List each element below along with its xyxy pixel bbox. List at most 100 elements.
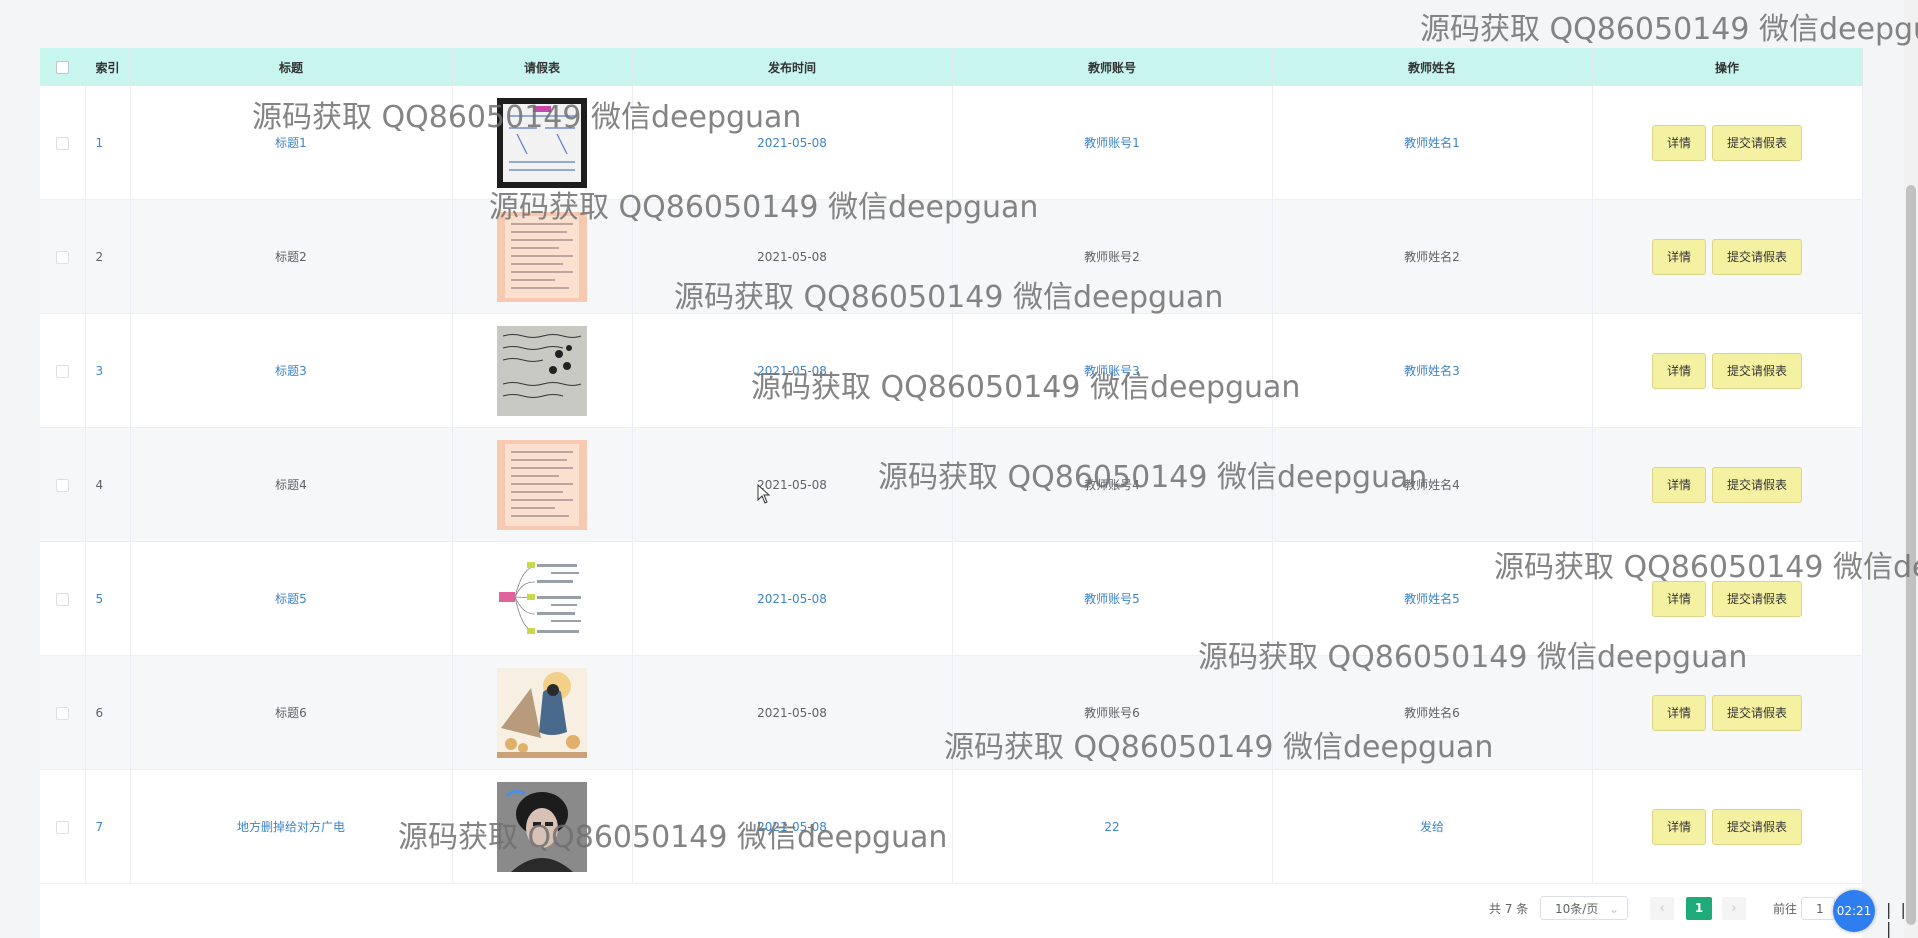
- row-checkbox[interactable]: [55, 706, 69, 720]
- page-size-value: 10条/页: [1555, 902, 1599, 916]
- row-checkbox[interactable]: [55, 820, 69, 834]
- leave-form-cell: [452, 86, 633, 200]
- row-checkbox[interactable]: [55, 136, 69, 150]
- row-actions: 详情 提交请假表: [1592, 313, 1863, 428]
- portrait-photo-icon[interactable]: [497, 781, 587, 872]
- row-checkbox[interactable]: [55, 364, 69, 378]
- table-header-row: 索引 标题 请假表 发布时间 教师账号 教师姓名 操作: [40, 48, 1863, 86]
- watermark-text: 源码获取 QQ86050149 微信deepgu: [1420, 12, 1918, 47]
- row-publish-time: 2021-05-08: [632, 313, 953, 428]
- row-publish-time: 2021-05-08: [632, 655, 953, 770]
- detail-button[interactable]: 详情: [1651, 808, 1706, 845]
- row-teacher-name: 教师姓名5: [1272, 541, 1593, 656]
- table-row: 2 标题2 2021-05-08 教师账号2 教师姓名2 详情 提交请假表: [40, 199, 1863, 314]
- row-checkbox-cell[interactable]: [40, 86, 86, 200]
- header-index: 索引: [85, 48, 131, 86]
- row-publish-time: 2021-05-08: [632, 541, 953, 656]
- row-teacher-account: 教师账号4: [952, 427, 1273, 542]
- handwritten-note-photo-icon[interactable]: [497, 325, 587, 416]
- row-index: 3: [85, 313, 131, 428]
- chevron-down-icon: ⌄: [1608, 902, 1619, 916]
- select-all-checkbox-cell[interactable]: [40, 48, 86, 86]
- detail-button[interactable]: 详情: [1651, 580, 1706, 617]
- next-page-button[interactable]: ›: [1722, 897, 1746, 920]
- prev-page-button[interactable]: ‹: [1650, 897, 1674, 920]
- document-photo-pink-icon[interactable]: [497, 211, 587, 302]
- row-checkbox-cell[interactable]: [40, 313, 86, 428]
- mind-map-image-icon[interactable]: [497, 553, 587, 644]
- table-row: 1 标题1 2021-05-08 教师账号1 教师姓名1 详情 提交请假表: [40, 86, 1863, 200]
- row-actions: 详情 提交请假表: [1592, 769, 1863, 884]
- row-title: 标题2: [130, 199, 453, 314]
- row-teacher-name: 教师姓名4: [1272, 427, 1593, 542]
- detail-button[interactable]: 详情: [1651, 466, 1706, 503]
- detail-button[interactable]: 详情: [1651, 694, 1706, 731]
- row-index: 4: [85, 427, 131, 542]
- row-teacher-account: 教师账号2: [952, 199, 1273, 314]
- document-photo-pink-icon[interactable]: [497, 439, 587, 530]
- page-number-current[interactable]: 1: [1686, 897, 1712, 920]
- total-count: 共 7 条: [1489, 902, 1529, 916]
- row-actions: 详情 提交请假表: [1592, 86, 1863, 200]
- detail-button[interactable]: 详情: [1651, 124, 1706, 161]
- row-title: 标题6: [130, 655, 453, 770]
- row-index: 6: [85, 655, 131, 770]
- row-index: 1: [85, 86, 131, 200]
- leave-form-cell: [452, 199, 633, 314]
- goto-page-input[interactable]: 1: [1801, 897, 1835, 920]
- row-checkbox[interactable]: [55, 592, 69, 606]
- scrollbar-thumb[interactable]: [1906, 185, 1916, 925]
- table-row: 6 标题6 2021-05-08 教师账号6 教师姓名6 详情 提交请假表: [40, 655, 1863, 770]
- submit-leave-form-button[interactable]: 提交请假表: [1712, 238, 1803, 275]
- row-actions: 详情 提交请假表: [1592, 655, 1863, 770]
- row-publish-time: 2021-05-08: [632, 199, 953, 314]
- row-title: 地方删掉给对方广电: [130, 769, 453, 884]
- leave-table: 索引 标题 请假表 发布时间 教师账号 教师姓名 操作 1 标题1 2021-05-…: [40, 48, 1863, 884]
- header-title: 标题: [130, 48, 453, 86]
- row-teacher-name: 教师姓名3: [1272, 313, 1593, 428]
- illustration-image-icon[interactable]: [497, 667, 587, 758]
- row-actions: 详情 提交请假表: [1592, 427, 1863, 542]
- leave-form-cell: [452, 655, 633, 770]
- header-actions: 操作: [1592, 48, 1863, 86]
- row-teacher-name: 教师姓名6: [1272, 655, 1593, 770]
- select-all-checkbox[interactable]: [55, 61, 69, 74]
- table-row: 7 地方删掉给对方广电 2021-05-08 22 发给 详情 提交请假表: [40, 769, 1863, 884]
- goto-label: 前往: [1773, 902, 1798, 916]
- row-checkbox-cell[interactable]: [40, 199, 86, 314]
- leave-form-cell: [452, 313, 633, 428]
- submit-leave-form-button[interactable]: 提交请假表: [1712, 124, 1803, 161]
- row-checkbox[interactable]: [55, 250, 69, 264]
- row-title: 标题1: [130, 86, 453, 200]
- submit-leave-form-button[interactable]: 提交请假表: [1712, 466, 1803, 503]
- row-teacher-account: 教师账号6: [952, 655, 1273, 770]
- detail-button[interactable]: 详情: [1651, 238, 1706, 275]
- document-photo-dark-icon[interactable]: [497, 97, 587, 188]
- row-title: 标题4: [130, 427, 453, 542]
- row-checkbox-cell[interactable]: [40, 427, 86, 542]
- row-title: 标题3: [130, 313, 453, 428]
- row-teacher-account: 教师账号3: [952, 313, 1273, 428]
- row-checkbox[interactable]: [55, 478, 69, 492]
- detail-button[interactable]: 详情: [1651, 352, 1706, 389]
- recording-timer-badge[interactable]: 02:21: [1833, 890, 1875, 932]
- row-index: 7: [85, 769, 131, 884]
- row-publish-time: 2021-05-08: [632, 86, 953, 200]
- row-teacher-account: 教师账号5: [952, 541, 1273, 656]
- row-actions: 详情 提交请假表: [1592, 199, 1863, 314]
- page-size-select[interactable]: 10条/页 ⌄: [1540, 896, 1628, 920]
- leave-form-cell: [452, 427, 633, 542]
- submit-leave-form-button[interactable]: 提交请假表: [1712, 352, 1803, 389]
- row-teacher-account: 教师账号1: [952, 86, 1273, 200]
- submit-leave-form-button[interactable]: 提交请假表: [1712, 808, 1803, 845]
- row-checkbox-cell[interactable]: [40, 541, 86, 656]
- row-publish-time: 2021-05-08: [632, 427, 953, 542]
- row-checkbox-cell[interactable]: [40, 655, 86, 770]
- submit-leave-form-button[interactable]: 提交请假表: [1712, 580, 1803, 617]
- row-checkbox-cell[interactable]: [40, 769, 86, 884]
- row-actions: 详情 提交请假表: [1592, 541, 1863, 656]
- row-index: 2: [85, 199, 131, 314]
- leave-form-cell: [452, 769, 633, 884]
- row-publish-time: 2021-05-08: [632, 769, 953, 884]
- submit-leave-form-button[interactable]: 提交请假表: [1712, 694, 1803, 731]
